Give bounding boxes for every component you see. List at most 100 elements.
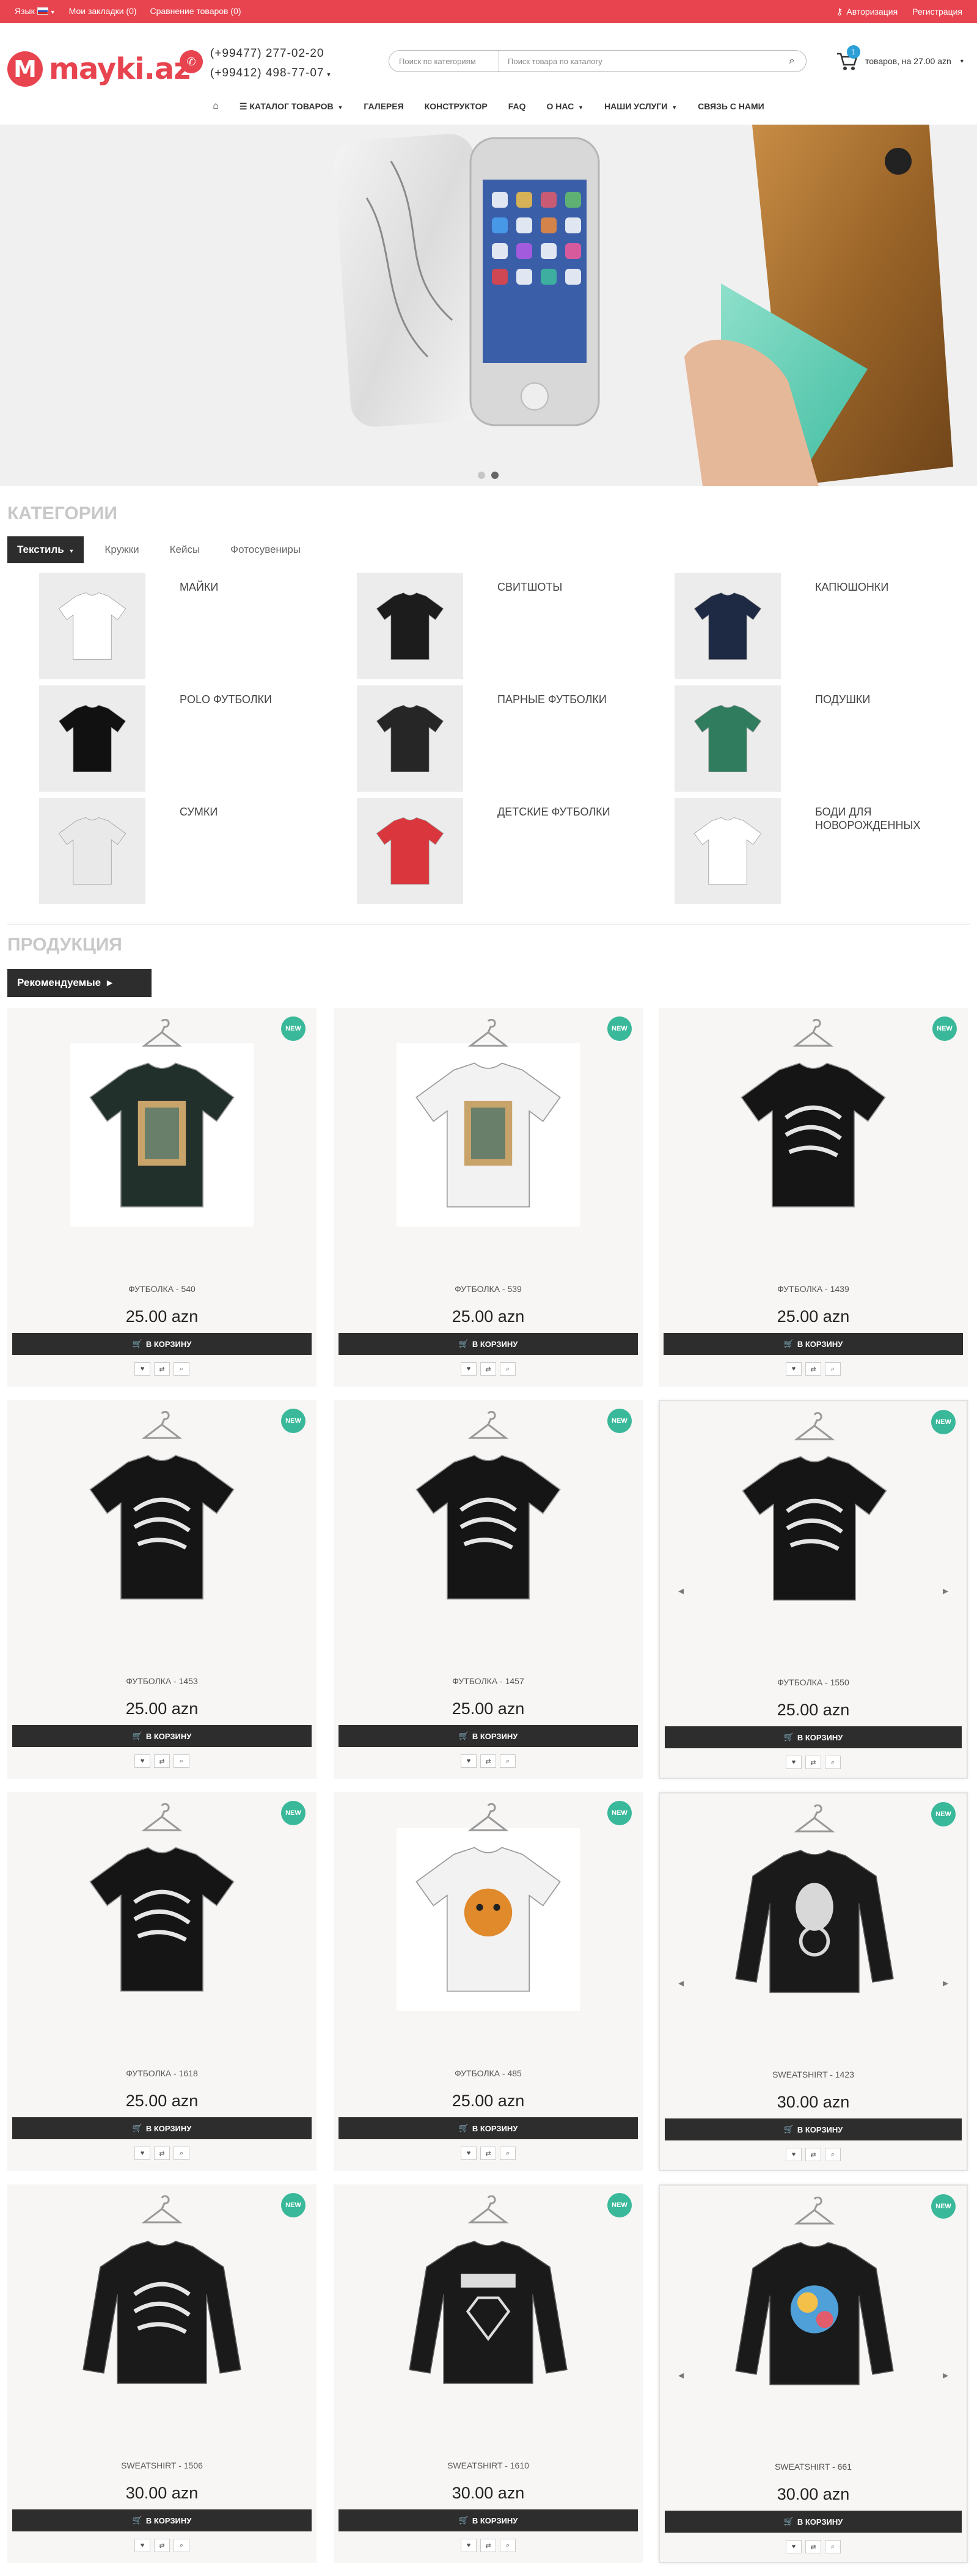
add-to-cart-button[interactable]: 🛒 В КОРЗИНУ (12, 2117, 312, 2139)
category-item[interactable]: МАЙКИ (39, 573, 302, 679)
product-card[interactable]: NEW ФУТБОЛКА - 1453 25.00 azn 🛒 В КОРЗИНУ… (7, 1400, 317, 1779)
category-item[interactable]: КАПЮШОНКИ (675, 573, 937, 679)
product-image[interactable] (70, 1410, 254, 1619)
category-label[interactable]: КАПЮШОНКИ (815, 573, 937, 679)
product-image[interactable] (722, 1018, 905, 1227)
product-image[interactable] (723, 1412, 906, 1620)
category-label[interactable]: ПОДУШКИ (815, 685, 937, 792)
wishlist-heart-icon[interactable]: ♥ (786, 2148, 802, 2161)
wishlist-heart-icon[interactable]: ♥ (461, 1362, 477, 1376)
category-item[interactable]: POLO ФУТБОЛКИ (39, 685, 302, 792)
product-name[interactable]: SWEATSHIRT - 661 (660, 2462, 967, 2472)
compare-icon[interactable]: ⇄ (480, 2147, 496, 2160)
wishlist-heart-icon[interactable]: ♥ (786, 2540, 802, 2553)
category-item[interactable]: СВИТШОТЫ (357, 573, 620, 679)
product-image[interactable] (397, 1018, 580, 1227)
category-thumbnail[interactable] (675, 685, 781, 792)
quick-view-search-icon[interactable]: ⌕ (500, 2147, 516, 2160)
next-image-arrow[interactable]: ▸ (943, 1977, 948, 1990)
quick-view-search-icon[interactable]: ⌕ (500, 1362, 516, 1376)
add-to-cart-button[interactable]: 🛒 В КОРЗИНУ (338, 1725, 638, 1747)
quick-view-search-icon[interactable]: ⌕ (174, 1754, 189, 1768)
category-thumbnail[interactable] (39, 573, 145, 679)
product-name[interactable]: SWEATSHIRT - 1423 (660, 2070, 967, 2079)
nav-item-constructor[interactable]: КОНСТРУКТОР (425, 101, 488, 111)
add-to-cart-button[interactable]: 🛒 В КОРЗИНУ (12, 1333, 312, 1355)
category-label[interactable]: СВИТШОТЫ (497, 573, 620, 679)
category-label[interactable]: ДЕТСКИЕ ФУТБОЛКИ (497, 798, 620, 904)
category-thumbnail[interactable] (357, 798, 463, 904)
compare-icon[interactable]: ⇄ (805, 1756, 821, 1769)
home-icon[interactable]: ⌂ (213, 101, 219, 112)
product-name[interactable]: ФУТБОЛКА - 1453 (7, 1676, 317, 1686)
quick-view-search-icon[interactable]: ⌕ (174, 1362, 189, 1376)
product-card[interactable]: NEW SWEATSHIRT - 1506 30.00 azn 🛒 В КОРЗИ… (7, 2184, 317, 2563)
quick-view-search-icon[interactable]: ⌕ (174, 2147, 189, 2160)
next-image-arrow[interactable]: ▸ (943, 2369, 948, 2382)
product-card[interactable]: NEW ФУТБОЛКА - 540 25.00 azn 🛒 В КОРЗИНУ … (7, 1008, 317, 1387)
category-label[interactable]: POLO ФУТБОЛКИ (180, 685, 302, 792)
nav-item-faq[interactable]: FAQ (508, 101, 526, 111)
product-card[interactable]: NEW ФУТБОЛКА - 1439 25.00 azn 🛒 В КОРЗИНУ… (659, 1008, 968, 1387)
category-item[interactable]: ПАРНЫЕ ФУТБОЛКИ (357, 685, 620, 792)
product-name[interactable]: ФУТБОЛКА - 1550 (660, 1677, 967, 1687)
bookmarks-link[interactable]: Мои закладки (0) (69, 6, 137, 16)
wishlist-heart-icon[interactable]: ♥ (461, 1754, 477, 1768)
product-card[interactable]: NEW ФУТБОЛКА - 485 25.00 azn 🛒 В КОРЗИНУ … (334, 1792, 643, 2171)
product-card[interactable]: NEW ФУТБОЛКА - 1618 25.00 azn 🛒 В КОРЗИНУ… (7, 1792, 317, 2171)
compare-icon[interactable]: ⇄ (480, 1754, 496, 1768)
compare-icon[interactable]: ⇄ (154, 1754, 170, 1768)
nav-item-services[interactable]: НАШИ УСЛУГИ ▼ (604, 101, 677, 111)
compare-icon[interactable]: ⇄ (154, 2539, 170, 2552)
add-to-cart-button[interactable]: 🛒 В КОРЗИНУ (338, 2509, 638, 2531)
compare-icon[interactable]: ⇄ (154, 2147, 170, 2160)
compare-link[interactable]: Сравнение товаров (0) (150, 6, 241, 16)
category-label[interactable]: МАЙКИ (180, 573, 302, 679)
product-card[interactable]: NEW ◂ ▸ ФУТБОЛКА - 1550 25.00 azn 🛒 В КОРЗ… (659, 1400, 968, 1779)
product-card[interactable]: NEW ◂ ▸ SWEATSHIRT - 1423 30.00 azn 🛒 В КО… (659, 1792, 968, 2171)
category-label[interactable]: БОДИ ДЛЯ НОВОРОЖДЕННЫХ (815, 798, 937, 904)
category-item[interactable]: ПОДУШКИ (675, 685, 937, 792)
product-image[interactable] (397, 1803, 580, 2011)
tab-cases[interactable]: Кейсы (160, 536, 210, 563)
product-card[interactable]: NEW ФУТБОЛКА - 539 25.00 azn 🛒 В КОРЗИНУ … (334, 1008, 643, 1387)
category-item[interactable]: БОДИ ДЛЯ НОВОРОЖДЕННЫХ (675, 798, 937, 904)
wishlist-heart-icon[interactable]: ♥ (461, 2539, 477, 2552)
product-name[interactable]: ФУТБОЛКА - 485 (334, 2068, 643, 2078)
cart-widget[interactable]: 1 товаров, на 27.00 azn ▼ (835, 45, 965, 73)
quick-view-search-icon[interactable]: ⌕ (500, 2539, 516, 2552)
product-image[interactable] (397, 1410, 580, 1619)
compare-icon[interactable]: ⇄ (805, 2148, 821, 2161)
slider-dot-active[interactable] (491, 472, 499, 479)
add-to-cart-button[interactable]: 🛒 В КОРЗИНУ (664, 1333, 963, 1355)
add-to-cart-button[interactable]: 🛒 В КОРЗИНУ (338, 2117, 638, 2139)
login-link[interactable]: ⚷ Авторизация (836, 6, 898, 17)
add-to-cart-button[interactable]: 🛒 В КОРЗИНУ (665, 1726, 962, 1748)
language-selector[interactable]: Язык ▼ (15, 6, 56, 16)
hero-slider[interactable] (0, 125, 977, 486)
quick-view-search-icon[interactable]: ⌕ (825, 2148, 841, 2161)
product-image[interactable] (70, 1803, 254, 2011)
next-image-arrow[interactable]: ▸ (943, 1585, 948, 1597)
product-card[interactable]: NEW SWEATSHIRT - 1610 30.00 azn 🛒 В КОРЗИ… (334, 2184, 643, 2563)
tab-photo-souvenirs[interactable]: Фотосувениры (221, 536, 310, 563)
category-thumbnail[interactable] (39, 685, 145, 792)
wishlist-heart-icon[interactable]: ♥ (134, 2539, 150, 2552)
compare-icon[interactable]: ⇄ (805, 1362, 821, 1376)
nav-item-about[interactable]: О НАС ▼ (546, 101, 584, 111)
product-card[interactable]: NEW ◂ ▸ SWEATSHIRT - 661 30.00 azn 🛒 В КОР… (659, 2184, 968, 2563)
wishlist-heart-icon[interactable]: ♥ (786, 1756, 802, 1769)
compare-icon[interactable]: ⇄ (480, 1362, 496, 1376)
add-to-cart-button[interactable]: 🛒 В КОРЗИНУ (338, 1333, 638, 1355)
product-image[interactable] (397, 2195, 580, 2403)
compare-icon[interactable]: ⇄ (480, 2539, 496, 2552)
tab-textile[interactable]: Текстиль ▼ (7, 536, 84, 563)
category-label[interactable]: ПАРНЫЕ ФУТБОЛКИ (497, 685, 620, 792)
product-image[interactable] (70, 2195, 254, 2403)
product-card[interactable]: NEW ФУТБОЛКА - 1457 25.00 azn 🛒 В КОРЗИНУ… (334, 1400, 643, 1779)
nav-item-contact[interactable]: СВЯЗЬ С НАМИ (698, 101, 764, 111)
nav-item-catalog[interactable]: ☰ КАТАЛОГ ТОВАРОВ ▼ (240, 101, 343, 112)
prev-image-arrow[interactable]: ◂ (678, 1585, 684, 1597)
category-label[interactable]: СУМКИ (180, 798, 302, 904)
register-link[interactable]: Регистрация (912, 7, 962, 16)
